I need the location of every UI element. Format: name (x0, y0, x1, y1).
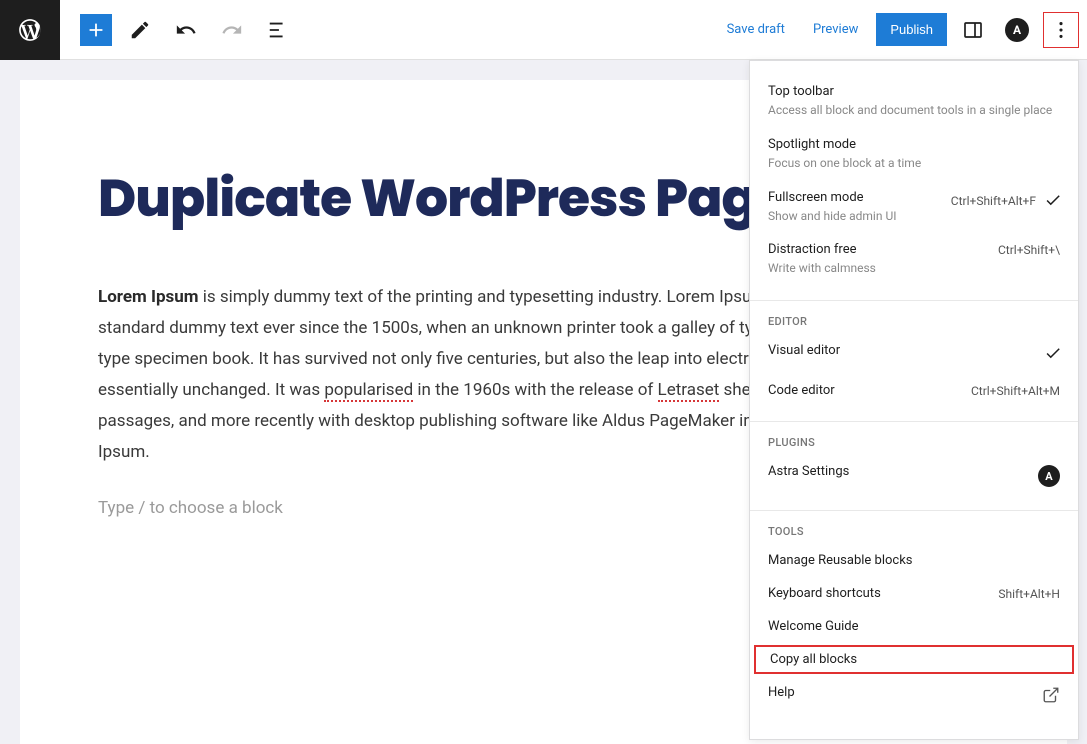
section-header-tools: TOOLS (750, 525, 1078, 544)
menu-item-label: Help (768, 685, 1032, 700)
menu-item-label: Manage Reusable blocks (768, 553, 1060, 568)
toolbar-right: Save draft Preview Publish A (717, 12, 1087, 48)
menu-item-visual-editor[interactable]: Visual editor (750, 334, 1078, 374)
menu-item-label: Code editor (768, 383, 961, 398)
menu-item-label: Astra Settings (768, 464, 1028, 479)
menu-item-label: Spotlight mode (768, 137, 1060, 152)
document-overview-button[interactable] (260, 12, 296, 48)
external-link-icon (1042, 686, 1060, 707)
spellcheck-word: popularised (324, 380, 413, 402)
astra-plugin-icon[interactable]: A (999, 12, 1035, 48)
check-icon (1044, 344, 1060, 365)
menu-item-label: Top toolbar (768, 84, 1060, 99)
keyboard-shortcut: Ctrl+Shift+Alt+M (971, 384, 1060, 398)
wordpress-logo[interactable] (0, 0, 60, 60)
spellcheck-word: Letraset (658, 380, 720, 402)
menu-item-code-editor[interactable]: Code editor Ctrl+Shift+Alt+M (750, 374, 1078, 407)
menu-item-top-toolbar[interactable]: Top toolbar Access all block and document… (750, 75, 1078, 128)
options-dropdown: Top toolbar Access all block and document… (749, 60, 1079, 740)
menu-item-astra-settings[interactable]: Astra Settings A (750, 455, 1078, 496)
menu-item-label: Copy all blocks (770, 652, 1054, 667)
top-toolbar: Save draft Preview Publish A (0, 0, 1087, 60)
edit-mode-icon[interactable] (122, 12, 158, 48)
menu-item-label: Distraction free (768, 242, 988, 257)
menu-item-label: Visual editor (768, 343, 1034, 358)
undo-button[interactable] (168, 12, 204, 48)
keyboard-shortcut: Shift+Alt+H (998, 587, 1060, 601)
menu-item-help[interactable]: Help (750, 676, 1078, 716)
redo-button (214, 12, 250, 48)
settings-sidebar-toggle[interactable] (955, 12, 991, 48)
save-draft-link[interactable]: Save draft (717, 14, 795, 45)
section-header-plugins: PLUGINS (750, 436, 1078, 455)
keyboard-shortcut: Ctrl+Shift+\ (998, 243, 1060, 257)
add-block-button[interactable] (80, 14, 112, 46)
preview-link[interactable]: Preview (803, 14, 868, 45)
menu-item-label: Fullscreen mode (768, 190, 941, 205)
menu-item-description: Show and hide admin UI (768, 208, 941, 225)
content-strong: Lorem Ipsum (98, 287, 199, 307)
toolbar-left (60, 12, 296, 48)
menu-item-distraction-free[interactable]: Distraction free Write with calmness Ctrl+… (750, 233, 1078, 286)
check-icon (1044, 191, 1060, 212)
menu-item-welcome-guide[interactable]: Welcome Guide (750, 610, 1078, 643)
menu-item-description: Access all block and document tools in a… (768, 102, 1060, 119)
keyboard-shortcut: Ctrl+Shift+Alt+F (951, 194, 1036, 208)
publish-button[interactable]: Publish (876, 13, 947, 46)
menu-item-copy-all-blocks[interactable]: Copy all blocks (752, 643, 1076, 676)
section-header-editor: EDITOR (750, 315, 1078, 334)
menu-item-label: Keyboard shortcuts (768, 586, 988, 601)
menu-item-description: Focus on one block at a time (768, 155, 1060, 172)
astra-icon: A (1038, 465, 1060, 487)
menu-item-manage-reusable-blocks[interactable]: Manage Reusable blocks (750, 544, 1078, 577)
menu-item-description: Write with calmness (768, 260, 988, 277)
menu-item-fullscreen-mode[interactable]: Fullscreen mode Show and hide admin UI Ctr… (750, 181, 1078, 234)
menu-item-keyboard-shortcuts[interactable]: Keyboard shortcuts Shift+Alt+H (750, 577, 1078, 610)
menu-item-spotlight-mode[interactable]: Spotlight mode Focus on one block at a ti… (750, 128, 1078, 181)
options-menu-button[interactable] (1043, 12, 1079, 48)
menu-item-label: Welcome Guide (768, 619, 1060, 634)
